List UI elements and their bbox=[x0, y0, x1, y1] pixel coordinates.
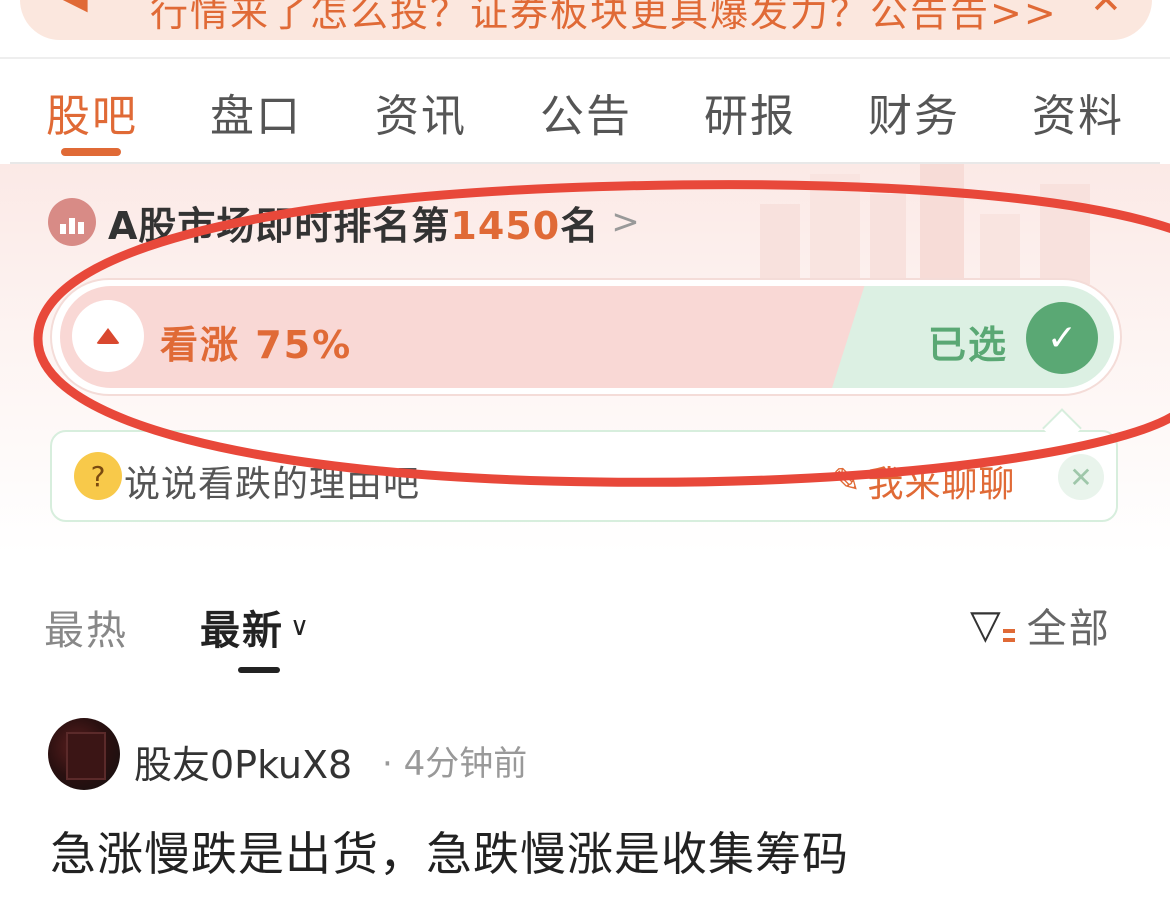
tab-finance[interactable]: 财务 bbox=[868, 80, 960, 144]
join-discussion-label: 我来聊聊 bbox=[867, 464, 1016, 505]
divider bbox=[0, 57, 1170, 59]
up-arrow-icon bbox=[72, 300, 144, 372]
close-prompt-icon[interactable]: ✕ bbox=[1058, 454, 1104, 500]
tab-announcements[interactable]: 公告 bbox=[540, 80, 632, 144]
rank-suffix: 名 bbox=[560, 203, 600, 248]
active-sort-indicator bbox=[238, 667, 280, 673]
chevron-down-icon: ∨ bbox=[290, 612, 312, 642]
filter-label: 全部 bbox=[1026, 606, 1111, 652]
edit-icon: ✎ bbox=[832, 461, 862, 501]
tab-research[interactable]: 研报 bbox=[704, 80, 796, 144]
active-tab-indicator bbox=[61, 148, 121, 156]
megaphone-icon: ◀ bbox=[60, 0, 88, 17]
checkmark-icon: ✓ bbox=[1026, 302, 1098, 374]
rank-number: 1450 bbox=[450, 203, 561, 248]
join-discussion-button[interactable]: ✎ 我来聊聊 bbox=[832, 455, 1016, 507]
rank-prefix: A股市场即时排名第 bbox=[108, 203, 451, 248]
bullish-label: 看涨 75% bbox=[160, 323, 353, 367]
sort-new-label: 最新 bbox=[200, 608, 284, 654]
tab-guba[interactable]: 股吧 bbox=[46, 80, 138, 144]
discussion-prompt-text: 说说看跌的理由吧 bbox=[124, 464, 421, 505]
thinking-face-icon: ? bbox=[74, 452, 122, 500]
filter-icon: ▽ bbox=[970, 602, 1015, 648]
sort-hot-tab[interactable]: 最热 bbox=[44, 598, 128, 656]
avatar[interactable] bbox=[48, 718, 120, 790]
selected-label: 已选 bbox=[928, 323, 1009, 367]
tab-profile[interactable]: 资料 bbox=[1032, 80, 1124, 144]
banner-close-icon[interactable]: ✕ bbox=[1090, 0, 1122, 22]
ranking-chart-icon bbox=[48, 198, 96, 246]
sort-new-tab[interactable]: 最新 ∨ bbox=[200, 598, 311, 656]
tab-bar: 股吧 盘口 资讯 公告 研报 财务 资料 bbox=[0, 80, 1170, 150]
chevron-right-icon: > bbox=[611, 202, 640, 242]
city-skyline-decoration bbox=[760, 164, 1090, 284]
rank-label: A股市场即时排名第1450名 bbox=[108, 195, 599, 250]
promo-banner-text[interactable]: 行情来了怎么投？证券板块更具爆发力？公告告>> bbox=[150, 0, 1058, 37]
post-username[interactable]: 股友0PkuX8 bbox=[134, 734, 352, 789]
post-timestamp: · 4分钟前 bbox=[382, 744, 528, 784]
tab-news[interactable]: 资讯 bbox=[375, 80, 467, 144]
tab-pankou[interactable]: 盘口 bbox=[210, 80, 302, 144]
filter-button[interactable]: ▽ 全部 bbox=[970, 596, 1111, 654]
post-content[interactable]: 急涨慢跌是出货，急跌慢涨是收集筹码 bbox=[50, 818, 849, 884]
market-rank[interactable]: A股市场即时排名第1450名 > bbox=[48, 195, 640, 250]
